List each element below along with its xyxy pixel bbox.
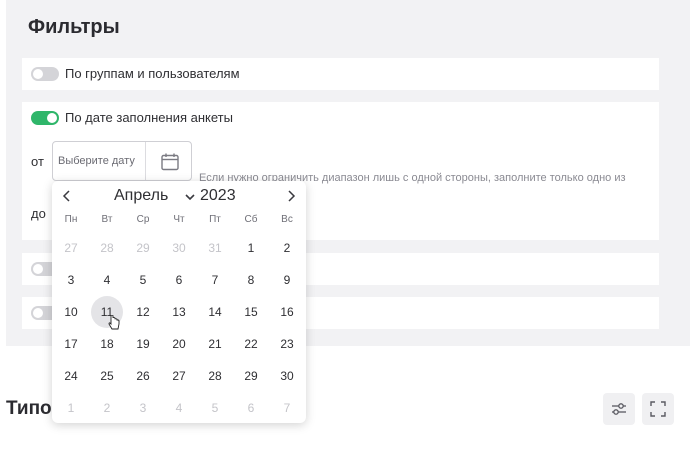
filters-title: Фильтры [28,16,120,38]
calendar-day[interactable]: 27 [163,360,195,392]
calendar-day[interactable]: 7 [271,392,303,424]
calendar-day[interactable]: 16 [271,296,303,328]
settings-button[interactable] [603,393,635,425]
weekday-header: Пт [209,214,221,225]
calendar-day[interactable]: 28 [91,232,123,264]
calendar-day[interactable]: 1 [235,232,267,264]
weekday-header: Сб [244,214,258,225]
to-label: до [31,206,46,221]
chevron-right-icon[interactable] [286,189,296,208]
weekday-header: Вс [281,214,293,225]
from-date-input[interactable]: Выберите дату [52,141,192,181]
weekday-header: Вт [101,214,113,225]
date-toggle-label: По дате заполнения анкеты [65,110,233,125]
calendar-day[interactable]: 14 [199,296,231,328]
calendar-day[interactable]: 1 [55,392,87,424]
calendar-day[interactable]: 17 [55,328,87,360]
calendar-day[interactable]: 2 [91,392,123,424]
calendar-day[interactable]: 5 [127,264,159,296]
chevron-left-icon[interactable] [62,189,72,208]
fullscreen-button[interactable] [642,393,674,425]
calendar-day[interactable]: 23 [271,328,303,360]
calendar-day[interactable]: 8 [235,264,267,296]
year-select[interactable]: 2023 [200,187,236,205]
calendar-day[interactable]: 3 [127,392,159,424]
calendar-day[interactable]: 3 [55,264,87,296]
calendar-day[interactable]: 5 [199,392,231,424]
calendar-day[interactable]: 19 [127,328,159,360]
calendar-day[interactable]: 12 [127,296,159,328]
weekday-header: Ср [136,214,150,225]
calendar-day[interactable]: 9 [271,264,303,296]
chevron-down-icon[interactable] [185,189,195,207]
calendar-day[interactable]: 26 [127,360,159,392]
calendar-day[interactable]: 20 [163,328,195,360]
calendar-day[interactable]: 30 [271,360,303,392]
calendar-day[interactable]: 10 [55,296,87,328]
section-title: Типо [6,398,52,419]
calendar-day[interactable]: 29 [127,232,159,264]
from-date-placeholder: Выберите дату [58,155,135,167]
calendar-day[interactable]: 25 [91,360,123,392]
calendar-day[interactable]: 13 [163,296,195,328]
from-label: от [31,154,44,169]
calendar-day[interactable]: 6 [163,264,195,296]
calendar-day[interactable]: 29 [235,360,267,392]
calendar-day[interactable]: 21 [199,328,231,360]
calendar-icon[interactable] [160,152,180,177]
calendar-day[interactable]: 24 [55,360,87,392]
weekday-header: Чт [173,214,185,225]
groups-toggle[interactable] [31,67,59,81]
calendar-day[interactable]: 6 [235,392,267,424]
month-select[interactable]: Апрель [114,187,168,205]
calendar-day[interactable]: 31 [199,232,231,264]
calendar-day[interactable]: 28 [199,360,231,392]
calendar-day[interactable]: 30 [163,232,195,264]
calendar-day[interactable]: 2 [271,232,303,264]
calendar-day[interactable]: 22 [235,328,267,360]
groups-toggle-label: По группам и пользователям [65,66,240,81]
calendar-day[interactable]: 4 [91,264,123,296]
calendar-day[interactable]: 4 [163,392,195,424]
calendar-day[interactable]: 15 [235,296,267,328]
date-toggle[interactable] [31,111,59,125]
weekday-header: Пн [64,214,78,225]
input-divider [145,142,146,180]
hand-cursor-icon [108,314,120,336]
calendar-day[interactable]: 27 [55,232,87,264]
calendar-day[interactable]: 7 [199,264,231,296]
date-picker-popup: Апрель 2023 Пн Вт Ср Чт Пт Сб Вс 27 28 29 30 31 1 2 3… [52,181,306,423]
